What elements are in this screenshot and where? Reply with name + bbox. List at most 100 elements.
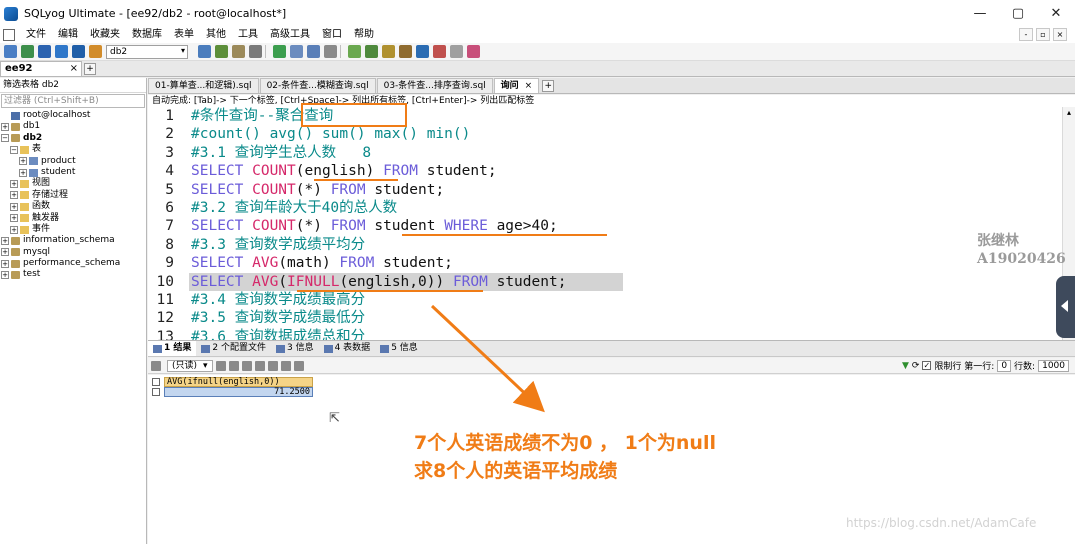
schema-designer-icon[interactable] [72,45,85,58]
save-icon[interactable] [215,360,226,371]
tree-item[interactable]: + 事件 [0,224,146,235]
row-count-input[interactable]: 1000 [1038,359,1069,372]
code-line[interactable]: 10 SELECT AVG(IFNULL(english,0)) FROM stu… [148,272,1062,291]
collapse-icon[interactable]: − [10,145,18,154]
schema-sync-icon[interactable] [416,45,429,58]
settings-icon[interactable] [450,45,463,58]
filter-icon[interactable]: ▼ [902,361,909,371]
readonly-select[interactable]: (只读) ▾ [167,359,213,372]
tree-item[interactable]: + product [0,156,146,167]
expand-icon[interactable]: + [1,123,9,132]
connection-tab-ee92[interactable]: ee92 × [0,61,82,76]
add-connection-tab-button[interactable]: + [84,63,96,75]
tree-item[interactable]: − 表 [0,144,146,155]
table-data-icon[interactable] [273,45,286,58]
import-icon[interactable] [399,45,412,58]
filter-input[interactable]: 过滤器 (Ctrl+Shift+B) [1,94,145,108]
tree-item[interactable]: + 视图 [0,178,146,189]
report-icon[interactable] [433,45,446,58]
menu-favorites[interactable]: 收藏夹 [84,27,126,43]
menu-edit[interactable]: 编辑 [52,27,84,43]
scroll-up-icon[interactable]: ▴ [1063,107,1075,119]
result-tab[interactable]: 5 信息 [375,341,423,356]
favorites-icon[interactable] [89,45,102,58]
query-tab[interactable]: 03-条件查...排序查询.sql [376,78,493,93]
menu-help[interactable]: 帮助 [348,27,380,43]
delete-row-icon[interactable] [241,360,252,371]
code-line[interactable]: 9 SELECT AVG(math) FROM student; [148,254,1062,272]
tree-item[interactable]: + db1 [0,121,146,132]
result-tab[interactable]: 2 个配置文件 [196,341,271,356]
form-view-icon[interactable] [293,360,304,371]
menu-file[interactable]: 文件 [20,27,52,43]
add-query-tab-button[interactable]: + [542,80,555,92]
new-query-icon[interactable] [38,45,51,58]
maximize-button[interactable]: ▢ [999,0,1037,27]
code-line[interactable]: 12 #3.5 查询数学成绩最低分 [148,309,1062,327]
expand-icon[interactable]: + [10,214,18,223]
connect-icon[interactable] [21,45,34,58]
expand-icon[interactable]: + [10,191,18,200]
add-row-icon[interactable] [228,360,239,371]
tree-item[interactable]: + student [0,167,146,178]
menu-other[interactable]: 其他 [200,27,232,43]
query-tab[interactable]: 01-算单查...和逻辑).sql [148,78,259,93]
code-line[interactable]: 7 SELECT COUNT(*) FROM student WHERE age>… [148,217,1062,235]
sync-icon[interactable] [382,45,395,58]
document-icon[interactable] [3,29,15,41]
expand-icon[interactable]: + [10,225,18,234]
expand-icon[interactable]: + [10,202,18,211]
database-select[interactable]: db2 ▾ [106,44,188,59]
notifications-icon[interactable] [467,45,480,58]
tree-item[interactable]: + 触发器 [0,213,146,224]
close-icon[interactable]: × [525,81,533,91]
code-line[interactable]: 11 #3.4 查询数学成绩最高分 [148,291,1062,309]
tree-item[interactable]: + 存储过程 [0,190,146,201]
menu-window[interactable]: 窗口 [316,27,348,43]
menu-tools[interactable]: 工具 [232,27,264,43]
tree-item[interactable]: + information_schema [0,235,146,246]
table-view-icon[interactable] [280,360,291,371]
grid-icon[interactable] [290,45,303,58]
sql-editor[interactable]: 1 #条件查询--聚合查询 2 #count() avg() sum() max() … [148,107,1062,340]
code-line[interactable]: 4 SELECT COUNT(english) FROM student; [148,162,1062,180]
code-line[interactable]: 13 #3.6 查询数据成绩总和分 [148,328,1062,340]
restore-icon[interactable] [365,45,378,58]
result-tab[interactable]: 4 表数据 [319,341,376,356]
format-icon[interactable] [249,45,262,58]
backup-icon[interactable] [348,45,361,58]
menu-advanced-tools[interactable]: 高级工具 [264,27,316,43]
menu-table[interactable]: 表单 [168,27,200,43]
code-line[interactable]: 1 #条件查询--聚合查询 [148,107,1062,125]
stop-icon[interactable] [232,45,245,58]
tree-item[interactable]: − db2 [0,133,146,144]
copy-icon[interactable] [254,360,265,371]
mdi-minimize-button[interactable]: - [1019,28,1033,41]
column-header[interactable]: AVG(ifnull(english,0)) [164,377,313,387]
tree-item[interactable]: + test [0,269,146,280]
expand-icon[interactable]: + [19,168,27,177]
new-connection-icon[interactable] [4,45,17,58]
close-icon[interactable]: × [70,62,78,76]
code-line[interactable]: 3 #3.1 查询学生总人数 8 [148,144,1062,162]
query-tab[interactable]: 02-条件查...模糊查询.sql [259,78,376,93]
expand-icon[interactable]: + [1,271,9,280]
minimize-button[interactable]: — [961,0,999,27]
expand-icon[interactable]: + [10,180,18,189]
mdi-restore-button[interactable]: ▫ [1036,28,1050,41]
tree-item[interactable]: + 函数 [0,201,146,212]
query-tab[interactable]: 询问 × [493,78,540,93]
result-cell[interactable]: 71.2500 [164,387,313,397]
side-panel-toggle[interactable] [1056,276,1075,338]
expand-icon[interactable]: + [1,236,9,245]
tree-item[interactable]: root@localhost [0,110,146,121]
result-tab[interactable]: 3 信息 [271,341,319,356]
mdi-close-button[interactable]: × [1053,28,1067,41]
export-icon[interactable] [324,45,337,58]
code-line[interactable]: 6 #3.2 查询年龄大于40的总人数 [148,199,1062,217]
text-view-icon[interactable] [307,45,320,58]
code-line[interactable]: 2 #count() avg() sum() max() min() [148,125,1062,143]
refresh-icon[interactable]: ⟳ [912,361,920,371]
execute-all-icon[interactable] [215,45,228,58]
expand-icon[interactable]: + [19,157,27,166]
